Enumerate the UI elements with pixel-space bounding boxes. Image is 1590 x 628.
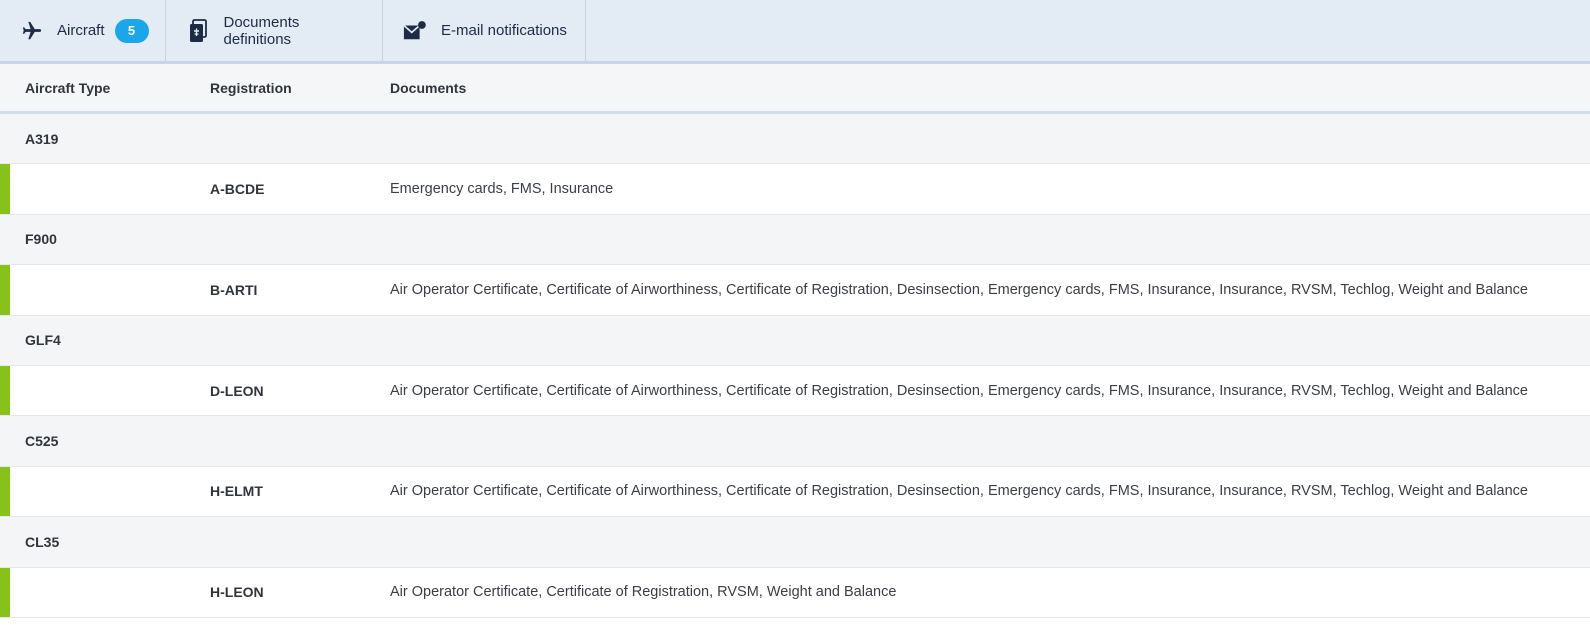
- group-row: C525: [0, 416, 1590, 467]
- table-row[interactable]: H-ELMT Air Operator Certificate, Certifi…: [0, 466, 1590, 518]
- tab-email-notifications[interactable]: E-mail notifications: [383, 0, 586, 61]
- status-indicator: [0, 466, 10, 517]
- aircraft-count-badge: 5: [114, 18, 149, 43]
- registration-cell: D-LEON: [210, 382, 264, 399]
- table-row[interactable]: B-ARTI Air Operator Certificate, Certifi…: [0, 265, 1590, 316]
- table-row[interactable]: A-BCDE Emergency cards, FMS, Insurance: [0, 164, 1590, 215]
- documents-cell: Emergency cards, FMS, Insurance: [390, 181, 614, 198]
- email-notification-icon: [403, 19, 427, 43]
- registration-cell: A-BCDE: [210, 181, 265, 198]
- status-indicator: [0, 365, 10, 416]
- documents-cell: Air Operator Certificate, Certificate of…: [390, 483, 1528, 500]
- tab-documents-definitions-label: Documents definitions: [223, 13, 300, 48]
- documents-cell: Air Operator Certificate, Certificate of…: [390, 382, 1528, 399]
- group-row: F900: [0, 214, 1590, 266]
- aircraft-type-cell: GLF4: [25, 332, 61, 349]
- registration-cell: B-ARTI: [210, 281, 258, 298]
- aircraft-type-cell: CL35: [25, 533, 60, 550]
- header-documents[interactable]: Documents: [390, 80, 1590, 96]
- table-row[interactable]: D-LEON Air Operator Certificate, Certifi…: [0, 365, 1590, 417]
- status-indicator: [0, 164, 10, 214]
- documents-cell: Air Operator Certificate, Certificate of…: [390, 584, 897, 601]
- status-indicator: [0, 265, 10, 315]
- aircraft-type-cell: F900: [25, 231, 57, 248]
- group-row: A319: [0, 114, 1590, 165]
- aircraft-table: Aircraft Type Registration Documents A31…: [0, 64, 1590, 618]
- tab-bar: Aircraft 5 Documents definitions E-mail …: [0, 0, 1590, 64]
- airplane-icon: [20, 19, 44, 43]
- table-header: Aircraft Type Registration Documents: [0, 64, 1590, 114]
- header-aircraft-type[interactable]: Aircraft Type: [0, 80, 210, 96]
- registration-cell: H-ELMT: [210, 483, 263, 500]
- group-row: GLF4: [0, 315, 1590, 366]
- documents-icon: [186, 18, 210, 43]
- table-row[interactable]: H-LEON Air Operator Certificate, Certifi…: [0, 567, 1590, 618]
- tab-aircraft[interactable]: Aircraft 5: [0, 0, 166, 61]
- group-row: CL35: [0, 517, 1590, 568]
- tab-aircraft-label: Aircraft: [57, 22, 105, 39]
- aircraft-type-cell: C525: [25, 433, 59, 450]
- registration-cell: H-LEON: [210, 584, 264, 601]
- header-registration[interactable]: Registration: [210, 80, 390, 96]
- documents-cell: Air Operator Certificate, Certificate of…: [390, 281, 1528, 298]
- status-indicator: [0, 567, 10, 617]
- tab-email-notifications-label: E-mail notifications: [441, 22, 567, 39]
- tab-documents-definitions[interactable]: Documents definitions: [166, 0, 383, 61]
- aircraft-type-cell: A319: [25, 130, 59, 147]
